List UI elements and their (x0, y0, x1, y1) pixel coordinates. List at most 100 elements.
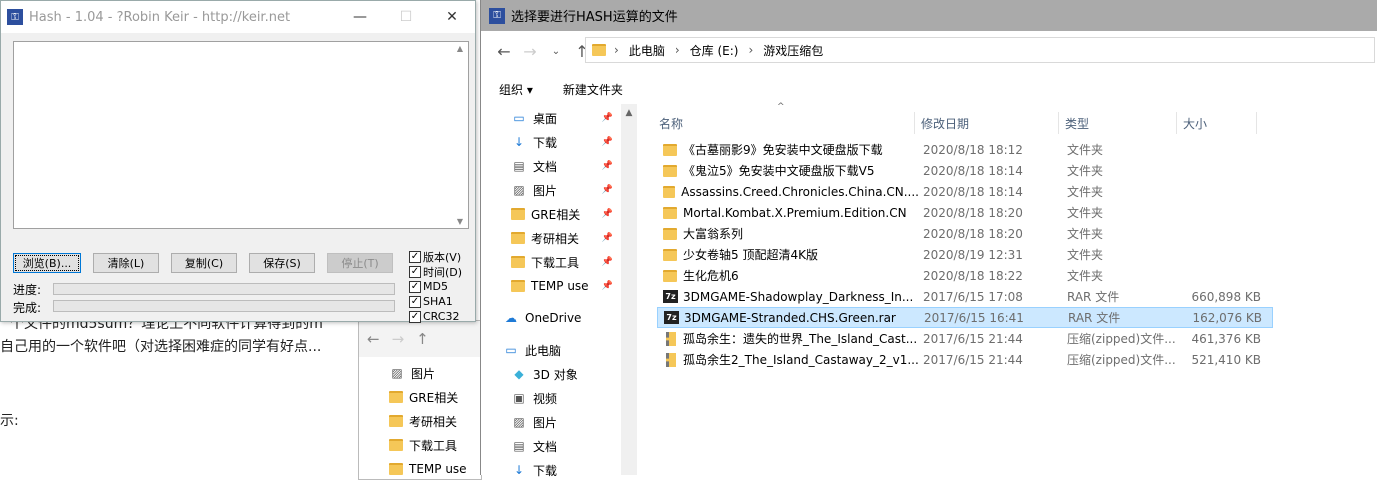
pictures-icon: ▨ (513, 415, 525, 429)
back-navbar: ← → ↑ (359, 321, 481, 357)
breadcrumb-item[interactable]: 仓库 (E:) (690, 42, 739, 59)
desktop-icon: ▭ (513, 111, 525, 125)
nav-item[interactable]: ↓ 下载 (481, 458, 621, 482)
file-date: 2020/8/18 18:20 (923, 205, 1023, 220)
back-tree-item[interactable]: TEMP use (359, 457, 481, 481)
nav-item[interactable]: ▭ 桌面 📌 (481, 106, 621, 130)
folder-icon (592, 44, 606, 56)
back-tree-item[interactable]: GRE相关 (359, 385, 481, 409)
checkbox-icon[interactable]: ✓ (409, 310, 421, 323)
close-button[interactable]: ✕ (429, 1, 475, 33)
breadcrumb-item[interactable]: 此电脑 (629, 42, 665, 59)
file-row[interactable]: Mortal.Kombat.X.Premium.Edition.CN 2020/8… (657, 202, 1273, 223)
navigation-scrollbar[interactable]: ▲ (621, 104, 637, 475)
column-header-type[interactable]: 类型 (1059, 112, 1177, 134)
back-arrow-icon[interactable]: ← (367, 330, 380, 348)
checkbox-icon[interactable]: ✓ (409, 295, 421, 308)
stop-button[interactable]: 停止(T) (327, 253, 393, 273)
file-row[interactable]: 孤岛余生：遗失的世界_The_Island_Cast... 2017/6/15 2… (657, 328, 1273, 349)
nav-item-label: 图片 (533, 183, 558, 198)
nav-item[interactable]: ▨ 图片 📌 (481, 178, 621, 202)
pin-icon: 📌 (601, 185, 613, 195)
nav-item[interactable]: 考研相关 📌 (481, 226, 621, 250)
address-bar[interactable]: › 此电脑 › 仓库 (E:) › 游戏压缩包 (585, 37, 1375, 63)
save-button[interactable]: 保存(S) (249, 253, 315, 273)
nav-item[interactable]: ▤ 文档 📌 (481, 154, 621, 178)
minimize-button[interactable]: — (337, 1, 383, 33)
file-name-cell: 孤岛余生2_The_Island_Castaway_2_v1... (657, 351, 919, 368)
nav-item[interactable]: ▤ 文档 (481, 434, 621, 458)
forward-arrow-icon[interactable]: → (392, 330, 405, 348)
file-row[interactable]: Assassins.Creed.Chronicles.China.CN.... 2… (657, 181, 1273, 202)
file-row[interactable]: 7z 3DMGAME-Shadowplay_Darkness_In... 2017/… (657, 286, 1273, 307)
back-tree-item[interactable]: 考研相关 (359, 409, 481, 433)
done-label: 完成: (13, 301, 42, 315)
nav-item[interactable]: ▨ 图片 (481, 410, 621, 434)
copy-button[interactable]: 复制(C) (171, 253, 237, 273)
option-checkbox[interactable]: ✓ 版本(V) (409, 249, 461, 264)
folder-icon (663, 248, 677, 261)
forward-arrow-icon[interactable]: → (517, 42, 543, 61)
scroll-up-icon[interactable]: ▲ (457, 44, 463, 53)
maximize-button[interactable]: ☐ (383, 1, 429, 33)
back-tree-item[interactable]: ▨ 图片 (359, 361, 481, 385)
back-arrow-icon[interactable]: ← (491, 42, 517, 61)
nav-item-label: TEMP use (531, 279, 589, 293)
checkbox-icon[interactable]: ✓ (409, 265, 421, 278)
file-date: 2017/6/15 16:41 (924, 310, 1024, 325)
hash-output-textarea[interactable]: ▲ ▼ (13, 41, 469, 229)
breadcrumb-separator-icon: › (614, 43, 619, 57)
nav-item[interactable]: ▭ 此电脑 (481, 338, 621, 362)
checkbox-icon[interactable]: ✓ (409, 280, 421, 293)
new-folder-button[interactable]: 新建文件夹 (563, 81, 623, 98)
option-checkbox[interactable]: ✓ CRC32 (409, 309, 459, 324)
option-checkbox[interactable]: ✓ MD5 (409, 279, 448, 294)
nav-item-label: 3D 对象 (533, 367, 578, 382)
file-row[interactable]: 生化危机6 2020/8/18 18:22 文件夹 (657, 265, 1273, 286)
file-row[interactable]: 《古墓丽影9》免安装中文硬盘版下载 2020/8/18 18:12 文件夹 (657, 139, 1273, 160)
scroll-up-icon[interactable]: ▲ (621, 104, 637, 118)
nav-item-label: 视频 (533, 391, 558, 406)
file-row[interactable]: 少女卷轴5 顶配超清4K版 2020/8/19 12:31 文件夹 (657, 244, 1273, 265)
file-type: RAR 文件 (1068, 311, 1121, 325)
back-tree: ▨ 图片 GRE相关考研相关 下载工具 TEMP use (359, 357, 481, 481)
folder-icon (511, 280, 525, 292)
file-row[interactable]: 大富翁系列 2020/8/18 18:20 文件夹 (657, 223, 1273, 244)
tree-item-label: GRE相关 (409, 390, 459, 405)
nav-item[interactable]: ☁ OneDrive (481, 306, 621, 330)
clear-button[interactable]: 清除(L) (93, 253, 159, 273)
output-scrollbar[interactable]: ▲ ▼ (452, 42, 468, 228)
organize-menu-button[interactable]: 组织 ▾ (499, 81, 533, 98)
file-row[interactable]: 《鬼泣5》免安装中文硬盘版下载V5 2020/8/18 18:14 文件夹 (657, 160, 1273, 181)
option-checkbox[interactable]: ✓ SHA1 (409, 294, 453, 309)
nav-item[interactable]: ▣ 视频 (481, 386, 621, 410)
column-header-size[interactable]: 大小 (1177, 112, 1257, 134)
browse-button[interactable]: 浏览(B)... (13, 253, 81, 273)
checkbox-icon[interactable]: ✓ (409, 250, 421, 263)
up-arrow-icon[interactable]: ↑ (416, 330, 429, 348)
file-row[interactable]: 7z 3DMGAME-Stranded.CHS.Green.rar 2017/6/1… (657, 307, 1273, 328)
file-type: 压缩(zipped)文件... (1067, 332, 1176, 346)
background-explorer-window: ← → ↑ ▨ 图片 GRE相关考研相关 下载工具 TEMP use (358, 320, 482, 480)
nav-item[interactable]: ◆ 3D 对象 (481, 362, 621, 386)
file-row[interactable]: 孤岛余生2_The_Island_Castaway_2_v1... 2017/6/… (657, 349, 1273, 370)
folder-icon (511, 208, 525, 220)
nav-item[interactable]: TEMP use 📌 (481, 274, 621, 298)
nav-item[interactable]: GRE相关 📌 (481, 202, 621, 226)
onedrive-icon: ☁ (505, 311, 517, 325)
recent-chevron-icon[interactable]: ⌄ (543, 46, 569, 57)
folder-icon (511, 256, 525, 268)
file-date: 2020/8/18 18:12 (923, 142, 1023, 157)
nav-item[interactable]: ↓ 下载 📌 (481, 130, 621, 154)
scroll-down-icon[interactable]: ▼ (457, 217, 463, 226)
breadcrumb-item[interactable]: 游戏压缩包 (763, 42, 823, 59)
file-date: 2020/8/18 18:22 (923, 268, 1023, 283)
option-checkbox[interactable]: ✓ 时间(D) (409, 264, 462, 279)
documents-icon: ▤ (513, 439, 525, 453)
hash-window: ⚿ Hash - 1.04 - ?Robin Keir - http://kei… (0, 0, 476, 324)
nav-item[interactable]: 下载工具 📌 (481, 250, 621, 274)
back-tree-item[interactable]: 下载工具 (359, 433, 481, 457)
column-header-date[interactable]: 修改日期 (915, 112, 1059, 134)
column-header-name[interactable]: 名称 (653, 112, 915, 134)
nav-item-label: 此电脑 (525, 343, 562, 358)
